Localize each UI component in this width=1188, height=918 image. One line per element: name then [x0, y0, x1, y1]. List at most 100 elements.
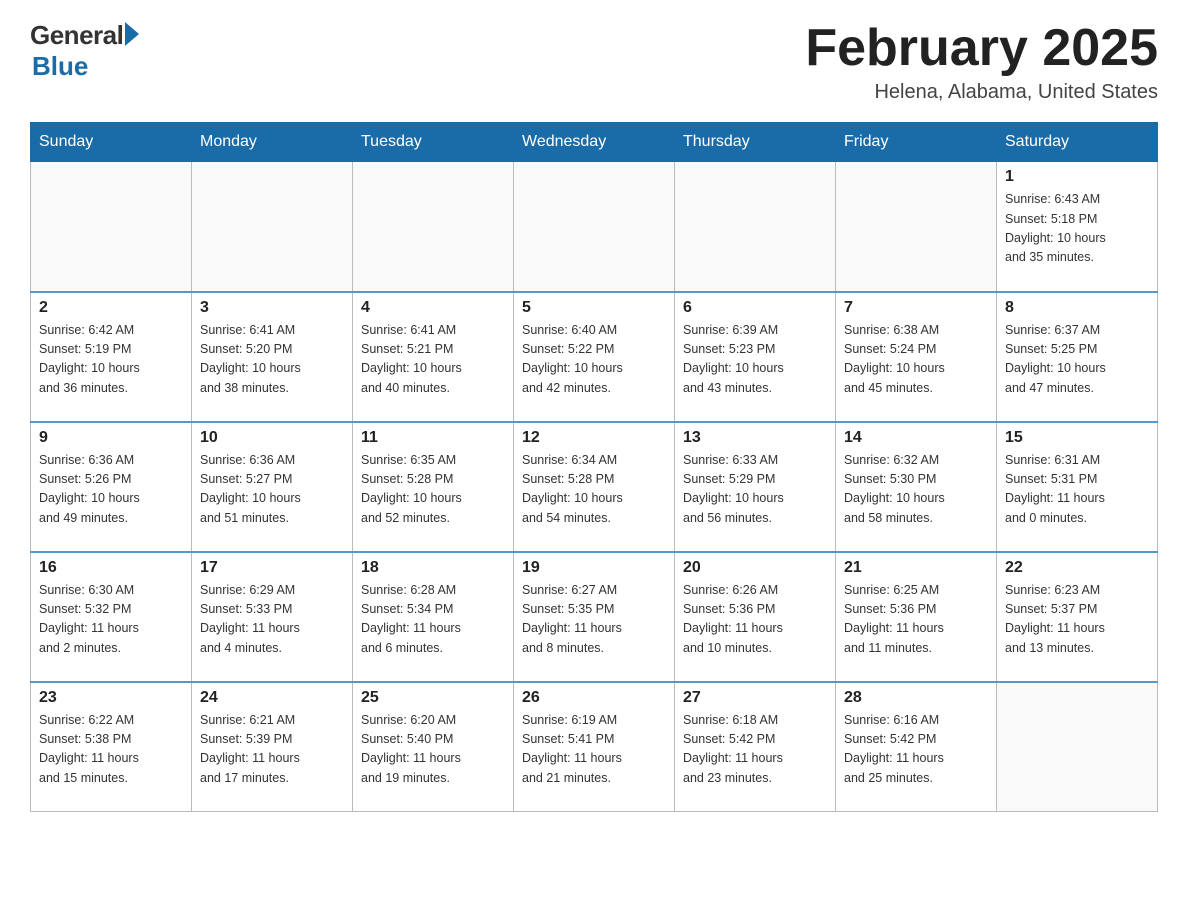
- day-info: Sunrise: 6:20 AMSunset: 5:40 PMDaylight:…: [361, 711, 505, 789]
- day-number: 17: [200, 559, 344, 577]
- calendar-week-row: 23 Sunrise: 6:22 AMSunset: 5:38 PMDayligh…: [31, 682, 1158, 812]
- day-info: Sunrise: 6:19 AMSunset: 5:41 PMDaylight:…: [522, 711, 666, 789]
- table-row: 11 Sunrise: 6:35 AMSunset: 5:28 PMDayligh…: [353, 422, 514, 552]
- day-number: 26: [522, 689, 666, 707]
- table-row: 2 Sunrise: 6:42 AMSunset: 5:19 PMDaylight…: [31, 292, 192, 422]
- table-row: 9Sunrise: 6:36 AMSunset: 5:26 PMDaylight…: [31, 422, 192, 552]
- table-row: 26 Sunrise: 6:19 AMSunset: 5:41 PMDayligh…: [514, 682, 675, 812]
- table-row: [192, 162, 353, 292]
- table-row: 16 Sunrise: 6:30 AMSunset: 5:32 PMDayligh…: [31, 552, 192, 682]
- day-info: Sunrise: 6:30 AMSunset: 5:32 PMDaylight:…: [39, 581, 183, 659]
- title-section: February 2025 Helena, Alabama, United St…: [805, 20, 1158, 104]
- day-number: 28: [844, 689, 988, 707]
- table-row: 1 Sunrise: 6:43 AMSunset: 5:18 PMDaylight…: [997, 162, 1158, 292]
- table-row: 28 Sunrise: 6:16 AMSunset: 5:42 PMDayligh…: [836, 682, 997, 812]
- day-number: 22: [1005, 559, 1149, 577]
- day-info: Sunrise: 6:41 AMSunset: 5:21 PMDaylight:…: [361, 321, 505, 399]
- day-number: 8: [1005, 299, 1149, 317]
- table-row: 12 Sunrise: 6:34 AMSunset: 5:28 PMDayligh…: [514, 422, 675, 552]
- table-row: [31, 162, 192, 292]
- day-info: Sunrise: 6:43 AMSunset: 5:18 PMDaylight:…: [1005, 190, 1149, 268]
- day-info: Sunrise: 6:25 AMSunset: 5:36 PMDaylight:…: [844, 581, 988, 659]
- table-row: 21 Sunrise: 6:25 AMSunset: 5:36 PMDayligh…: [836, 552, 997, 682]
- day-number: 13: [683, 429, 827, 447]
- day-number: 23: [39, 689, 183, 707]
- table-row: [353, 162, 514, 292]
- day-info: Sunrise: 6:40 AMSunset: 5:22 PMDaylight:…: [522, 321, 666, 399]
- day-number: 4: [361, 299, 505, 317]
- day-number: 18: [361, 559, 505, 577]
- table-row: 8Sunrise: 6:37 AMSunset: 5:25 PMDaylight…: [997, 292, 1158, 422]
- col-saturday: Saturday: [997, 123, 1158, 162]
- day-number: 5: [522, 299, 666, 317]
- table-row: 25 Sunrise: 6:20 AMSunset: 5:40 PMDayligh…: [353, 682, 514, 812]
- table-row: 18 Sunrise: 6:28 AMSunset: 5:34 PMDayligh…: [353, 552, 514, 682]
- col-thursday: Thursday: [675, 123, 836, 162]
- day-number: 1: [1005, 168, 1149, 186]
- table-row: 13 Sunrise: 6:33 AMSunset: 5:29 PMDayligh…: [675, 422, 836, 552]
- day-number: 25: [361, 689, 505, 707]
- table-row: 5 Sunrise: 6:40 AMSunset: 5:22 PMDaylight…: [514, 292, 675, 422]
- day-info: Sunrise: 6:36 AMSunset: 5:26 PMDaylight:…: [39, 451, 183, 529]
- day-info: Sunrise: 6:27 AMSunset: 5:35 PMDaylight:…: [522, 581, 666, 659]
- col-sunday: Sunday: [31, 123, 192, 162]
- table-row: 10Sunrise: 6:36 AMSunset: 5:27 PMDayligh…: [192, 422, 353, 552]
- table-row: 20 Sunrise: 6:26 AMSunset: 5:36 PMDayligh…: [675, 552, 836, 682]
- calendar-week-row: 16 Sunrise: 6:30 AMSunset: 5:32 PMDayligh…: [31, 552, 1158, 682]
- day-info: Sunrise: 6:38 AMSunset: 5:24 PMDaylight:…: [844, 321, 988, 399]
- day-number: 24: [200, 689, 344, 707]
- day-number: 15: [1005, 429, 1149, 447]
- table-row: [514, 162, 675, 292]
- day-info: Sunrise: 6:28 AMSunset: 5:34 PMDaylight:…: [361, 581, 505, 659]
- table-row: 7 Sunrise: 6:38 AMSunset: 5:24 PMDaylight…: [836, 292, 997, 422]
- calendar-header-row: Sunday Monday Tuesday Wednesday Thursday…: [31, 123, 1158, 162]
- table-row: 6Sunrise: 6:39 AMSunset: 5:23 PMDaylight…: [675, 292, 836, 422]
- day-number: 27: [683, 689, 827, 707]
- day-number: 19: [522, 559, 666, 577]
- day-number: 21: [844, 559, 988, 577]
- day-info: Sunrise: 6:31 AMSunset: 5:31 PMDaylight:…: [1005, 451, 1149, 529]
- day-info: Sunrise: 6:22 AMSunset: 5:38 PMDaylight:…: [39, 711, 183, 789]
- table-row: 22 Sunrise: 6:23 AMSunset: 5:37 PMDayligh…: [997, 552, 1158, 682]
- day-info: Sunrise: 6:42 AMSunset: 5:19 PMDaylight:…: [39, 321, 183, 399]
- day-info: Sunrise: 6:21 AMSunset: 5:39 PMDaylight:…: [200, 711, 344, 789]
- day-info: Sunrise: 6:23 AMSunset: 5:37 PMDaylight:…: [1005, 581, 1149, 659]
- day-info: Sunrise: 6:41 AMSunset: 5:20 PMDaylight:…: [200, 321, 344, 399]
- table-row: 3Sunrise: 6:41 AMSunset: 5:20 PMDaylight…: [192, 292, 353, 422]
- page-header: General Blue February 2025 Helena, Alaba…: [30, 20, 1158, 104]
- table-row: [997, 682, 1158, 812]
- day-info: Sunrise: 6:34 AMSunset: 5:28 PMDaylight:…: [522, 451, 666, 529]
- day-number: 7: [844, 299, 988, 317]
- day-info: Sunrise: 6:18 AMSunset: 5:42 PMDaylight:…: [683, 711, 827, 789]
- table-row: 15 Sunrise: 6:31 AMSunset: 5:31 PMDayligh…: [997, 422, 1158, 552]
- table-row: 24 Sunrise: 6:21 AMSunset: 5:39 PMDayligh…: [192, 682, 353, 812]
- calendar-week-row: 1 Sunrise: 6:43 AMSunset: 5:18 PMDaylight…: [31, 162, 1158, 292]
- logo-blue-text: Blue: [32, 51, 88, 82]
- day-info: Sunrise: 6:16 AMSunset: 5:42 PMDaylight:…: [844, 711, 988, 789]
- table-row: 19 Sunrise: 6:27 AMSunset: 5:35 PMDayligh…: [514, 552, 675, 682]
- day-number: 16: [39, 559, 183, 577]
- day-info: Sunrise: 6:35 AMSunset: 5:28 PMDaylight:…: [361, 451, 505, 529]
- table-row: 17 Sunrise: 6:29 AMSunset: 5:33 PMDayligh…: [192, 552, 353, 682]
- table-row: 23 Sunrise: 6:22 AMSunset: 5:38 PMDayligh…: [31, 682, 192, 812]
- day-info: Sunrise: 6:36 AMSunset: 5:27 PMDaylight:…: [200, 451, 344, 529]
- calendar-week-row: 9Sunrise: 6:36 AMSunset: 5:26 PMDaylight…: [31, 422, 1158, 552]
- day-number: 11: [361, 429, 505, 447]
- logo-triangle-icon: [125, 22, 139, 46]
- table-row: [675, 162, 836, 292]
- table-row: 27 Sunrise: 6:18 AMSunset: 5:42 PMDayligh…: [675, 682, 836, 812]
- location-text: Helena, Alabama, United States: [805, 81, 1158, 104]
- day-number: 2: [39, 299, 183, 317]
- table-row: 4 Sunrise: 6:41 AMSunset: 5:21 PMDaylight…: [353, 292, 514, 422]
- day-info: Sunrise: 6:33 AMSunset: 5:29 PMDaylight:…: [683, 451, 827, 529]
- day-number: 12: [522, 429, 666, 447]
- day-info: Sunrise: 6:29 AMSunset: 5:33 PMDaylight:…: [200, 581, 344, 659]
- table-row: [836, 162, 997, 292]
- col-friday: Friday: [836, 123, 997, 162]
- logo-general-text: General: [30, 20, 123, 51]
- col-tuesday: Tuesday: [353, 123, 514, 162]
- day-info: Sunrise: 6:39 AMSunset: 5:23 PMDaylight:…: [683, 321, 827, 399]
- day-number: 20: [683, 559, 827, 577]
- day-info: Sunrise: 6:26 AMSunset: 5:36 PMDaylight:…: [683, 581, 827, 659]
- logo: General Blue: [30, 20, 139, 82]
